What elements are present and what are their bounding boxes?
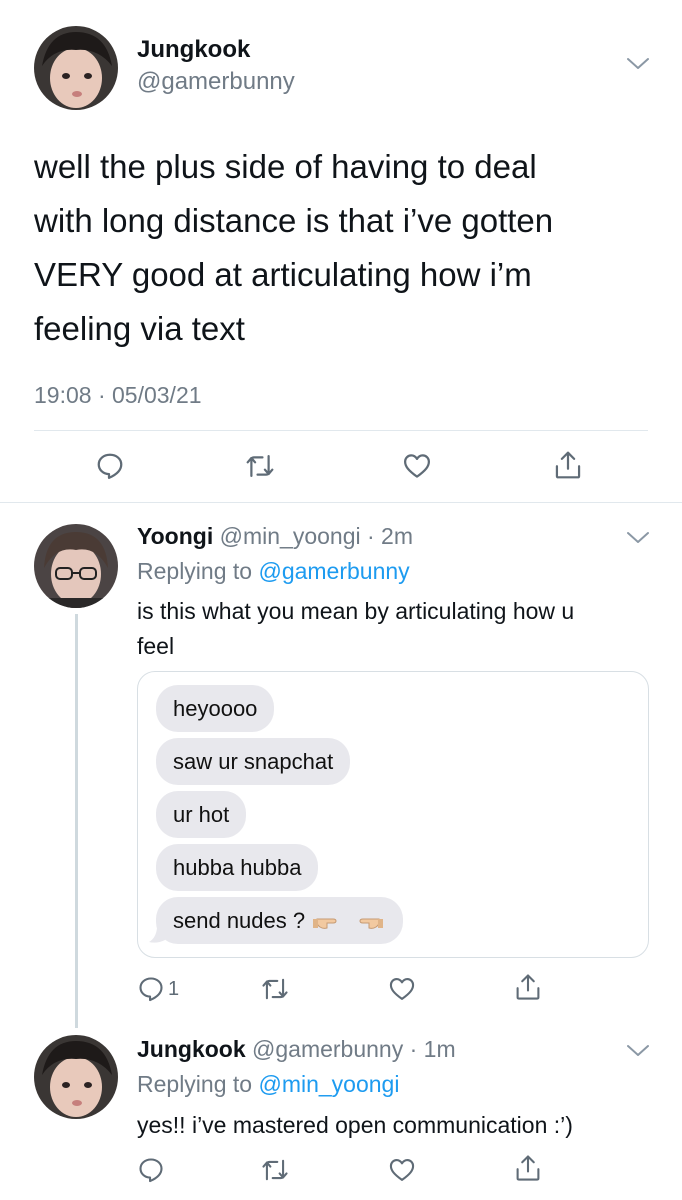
reply2-reply-button[interactable] xyxy=(137,1156,165,1184)
share-icon xyxy=(514,1153,542,1183)
reply2-header: Jungkook @gamerbunny · 1m xyxy=(137,1036,456,1063)
reply2-share-button[interactable] xyxy=(514,1153,542,1183)
reply1-avatar[interactable] xyxy=(34,524,118,608)
reply2-avatar[interactable] xyxy=(34,1035,118,1119)
pointing-finger-icon xyxy=(313,911,384,931)
replying-to-mention[interactable]: @gamerbunny xyxy=(258,558,409,584)
message-bubble: heyoooo xyxy=(156,685,275,732)
reply-text-line: is this what you mean by articulating ho… xyxy=(137,598,575,624)
main-tweet-timestamp: 19:08 · 05/03/21 xyxy=(34,382,202,408)
bubble-tail-icon xyxy=(149,926,165,943)
reply1-time: · 2m xyxy=(367,523,413,549)
reply1-replying-to: Replying to @gamerbunny xyxy=(137,558,410,585)
reply1-display-name[interactable]: Yoongi xyxy=(137,523,213,549)
speech-bubble-icon xyxy=(95,451,125,481)
retweet-icon xyxy=(260,1156,290,1184)
message-text: heyoooo xyxy=(173,695,258,721)
main-like-button[interactable] xyxy=(401,451,433,481)
retweet-icon xyxy=(260,975,290,1003)
message-bubble: send nudes ? xyxy=(149,897,404,944)
chevron-down-icon[interactable] xyxy=(626,530,650,546)
chevron-down-icon[interactable] xyxy=(626,1043,650,1059)
message-bubble: ur hot xyxy=(156,791,247,838)
reply2-display-name[interactable]: Jungkook xyxy=(137,1036,246,1062)
replying-to-label: Replying to xyxy=(137,558,253,584)
reply2-text: yes!! i’ve mastered open communication :… xyxy=(137,1112,573,1138)
tweet-text-line: VERY good at articulating how i’m xyxy=(34,256,532,293)
tweet-text-line: well the plus side of having to deal xyxy=(34,148,537,185)
reply1-reply-button[interactable]: 1 xyxy=(137,975,179,1003)
main-tweet-display-name[interactable]: Jungkook xyxy=(137,36,250,64)
main-reply-button[interactable] xyxy=(95,451,125,481)
share-icon xyxy=(514,972,542,1002)
reply-count: 1 xyxy=(168,977,180,1000)
heart-icon xyxy=(401,451,433,481)
thread-line xyxy=(75,614,78,1028)
share-icon xyxy=(553,449,583,481)
reply1-like-button[interactable] xyxy=(387,975,417,1003)
main-tweet-handle[interactable]: @gamerbunny xyxy=(137,68,295,96)
reply2-time: · 1m xyxy=(409,1036,456,1062)
replying-to-mention[interactable]: @min_yoongi xyxy=(258,1071,399,1097)
reply2-handle[interactable]: @gamerbunny xyxy=(252,1036,403,1062)
attached-image-card[interactable]: heyoooo saw ur snapchat ur hot hubba hub… xyxy=(137,671,649,958)
reply2-like-button[interactable] xyxy=(387,1156,417,1184)
section-divider xyxy=(0,502,682,503)
replying-to-label: Replying to xyxy=(137,1071,253,1097)
retweet-icon xyxy=(244,451,276,481)
reply1-header: Yoongi @min_yoongi · 2m xyxy=(137,523,413,550)
message-bubble: hubba hubba xyxy=(156,844,319,891)
main-tweet-divider xyxy=(34,430,648,431)
main-tweet-text: well the plus side of having to deal wit… xyxy=(34,140,553,356)
tweet-text-line: with long distance is that i’ve gotten xyxy=(34,202,554,239)
reply-text-line: feel xyxy=(137,633,175,659)
message-bubble: saw ur snapchat xyxy=(156,738,351,785)
reply1-handle[interactable]: @min_yoongi xyxy=(220,523,361,549)
message-text: saw ur snapchat xyxy=(173,748,334,774)
heart-icon xyxy=(387,975,417,1003)
reply2-replying-to: Replying to @min_yoongi xyxy=(137,1071,399,1098)
message-text: ur hot xyxy=(173,801,230,827)
reply1-retweet-button[interactable] xyxy=(260,975,290,1003)
reply1-share-button[interactable] xyxy=(514,972,542,1002)
message-text: send nudes ? xyxy=(173,907,306,933)
speech-bubble-icon xyxy=(137,975,165,1003)
reply2-retweet-button[interactable] xyxy=(260,1156,290,1184)
chevron-down-icon[interactable] xyxy=(626,56,650,72)
main-retweet-button[interactable] xyxy=(244,451,276,481)
speech-bubble-icon xyxy=(137,1156,165,1184)
main-tweet-avatar[interactable] xyxy=(34,26,118,110)
heart-icon xyxy=(387,1156,417,1184)
message-text: hubba hubba xyxy=(173,854,302,880)
reply1-text: is this what you mean by articulating ho… xyxy=(137,594,574,664)
main-share-button[interactable] xyxy=(553,449,583,481)
tweet-text-line: feeling via text xyxy=(34,310,245,347)
